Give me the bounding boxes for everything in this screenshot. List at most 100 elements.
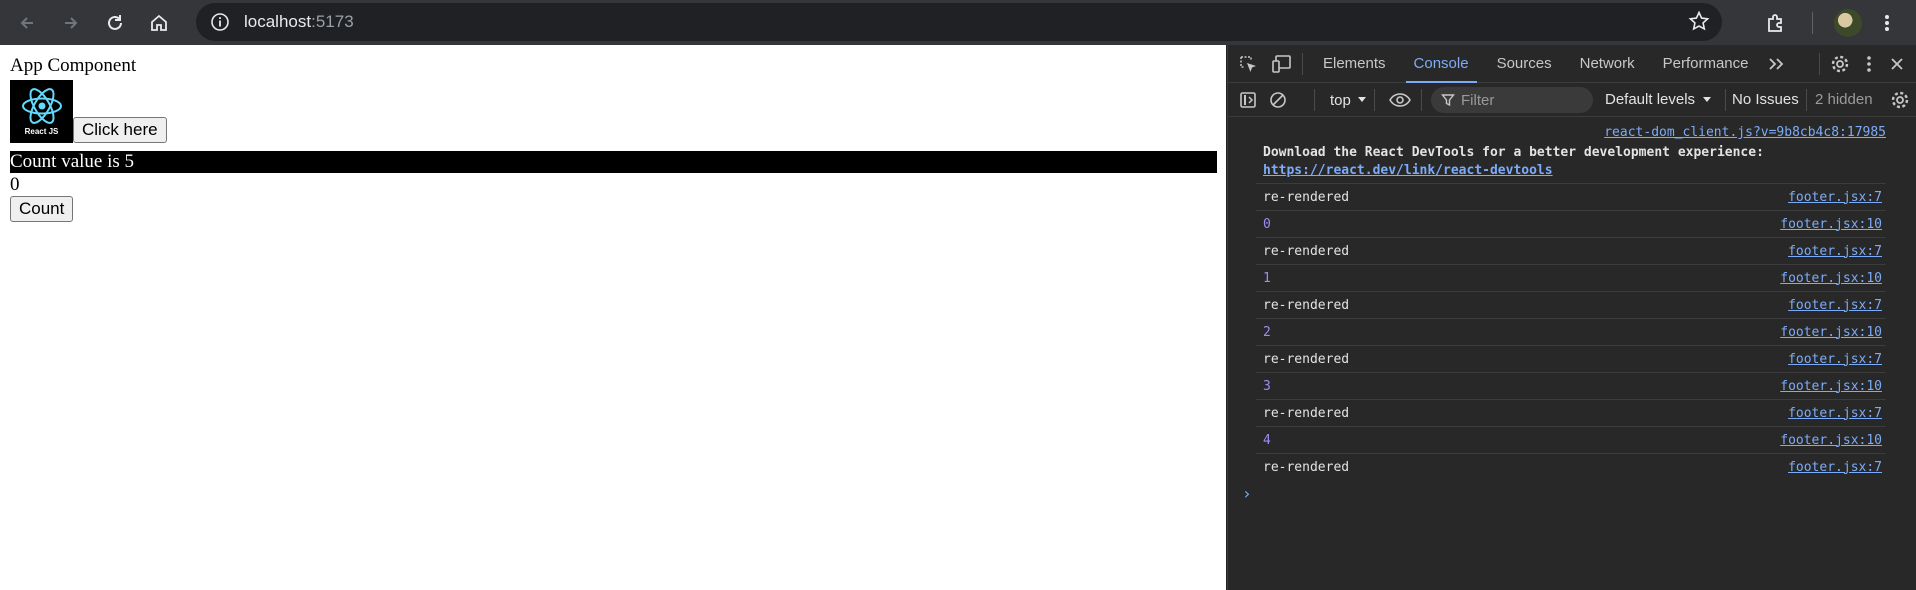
filter-placeholder: Filter — [1461, 91, 1495, 109]
logo-caption: React JS — [24, 127, 59, 136]
console-message-row: re-rendered footer.jsx:7 — [1256, 291, 1886, 318]
console-message-text: re-rendered — [1263, 405, 1350, 421]
live-expression-eye-icon[interactable] — [1386, 86, 1414, 114]
react-atom-icon — [21, 88, 62, 124]
console-source-link[interactable]: footer.jsx:7 — [1788, 460, 1882, 475]
toolbar-divider — [1374, 89, 1375, 111]
source-link-react-dom[interactable]: react-dom_client.js?v=9b8cb4c8:17985 — [1604, 125, 1886, 140]
log-levels-label: Default levels — [1605, 91, 1696, 108]
settings-gear-icon[interactable] — [1826, 50, 1854, 78]
close-icon[interactable] — [1883, 50, 1911, 78]
console-prompt-chevron-icon[interactable]: › — [1242, 484, 1252, 503]
dropdown-arrow-icon — [1357, 97, 1366, 102]
tab-elements[interactable]: Elements — [1309, 45, 1400, 83]
console-message-text: 4 — [1263, 432, 1271, 448]
console-message-text: re-rendered — [1263, 459, 1350, 475]
devtools-menu-icon[interactable] — [1855, 50, 1883, 78]
console-settings-gear-icon[interactable] — [1886, 86, 1914, 114]
context-select[interactable]: top — [1330, 83, 1367, 117]
sidebar-toggle-icon[interactable] — [1234, 86, 1262, 114]
filter-input[interactable]: Filter — [1431, 87, 1593, 113]
puzzle-icon — [1768, 13, 1782, 32]
toolbar-divider — [1806, 89, 1807, 111]
hidden-messages-count: 2 hidden — [1815, 91, 1873, 108]
forward-button[interactable] — [51, 6, 91, 40]
extensions-button[interactable] — [1765, 0, 1787, 45]
console-message-row: re-rendered footer.jsx:7 — [1256, 345, 1886, 372]
toolbar-divider — [1421, 89, 1422, 111]
home-button[interactable] — [139, 6, 179, 40]
console-source-link[interactable]: footer.jsx:7 — [1788, 244, 1882, 259]
click-here-button[interactable]: Click here — [73, 117, 167, 143]
chrome-menu-button[interactable] — [1884, 0, 1890, 45]
logo-row: React JS Click here — [10, 80, 1216, 143]
console-message-row: re-rendered footer.jsx:7 — [1256, 237, 1886, 264]
tab-network[interactable]: Network — [1566, 45, 1649, 83]
console-message-text: 1 — [1263, 270, 1271, 286]
tab-console[interactable]: Console — [1400, 45, 1483, 83]
console-message-text: re-rendered — [1263, 189, 1350, 205]
console-message-row: 4 footer.jsx:10 — [1256, 426, 1886, 453]
console-message-row: 1 footer.jsx:10 — [1256, 264, 1886, 291]
devtools-hint-link[interactable]: https://react.dev/link/react-devtools — [1263, 163, 1553, 178]
console-toolbar: top Filter Default levels No Issues 2 hi… — [1228, 83, 1916, 117]
console-source-link[interactable]: footer.jsx:7 — [1788, 298, 1882, 313]
back-arrow-icon — [20, 16, 33, 29]
count-value: 0 — [10, 174, 20, 195]
console-source-link[interactable]: footer.jsx:10 — [1780, 379, 1882, 394]
tab-performance[interactable]: Performance — [1649, 45, 1763, 83]
device-toolbar-icon[interactable] — [1268, 50, 1296, 78]
toolbar-divider — [1314, 89, 1315, 111]
console-source-link[interactable]: footer.jsx:7 — [1788, 190, 1882, 205]
toolbar-divider — [1725, 89, 1726, 111]
browser-toolbar: localhost:5173 — [0, 0, 1916, 45]
console-message-text: 2 — [1263, 324, 1271, 340]
url-host: localhost — [244, 12, 312, 31]
console-message-text: re-rendered — [1263, 297, 1350, 313]
count-button[interactable]: Count — [10, 196, 74, 222]
forward-arrow-icon — [65, 16, 78, 29]
log-levels-select[interactable]: Default levels — [1605, 83, 1712, 117]
console-message-text: 3 — [1263, 378, 1271, 394]
tab-divider — [1819, 52, 1820, 75]
profile-button[interactable] — [1834, 0, 1862, 45]
avatar[interactable] — [1834, 8, 1862, 37]
console-message-row: re-rendered footer.jsx:7 — [1256, 399, 1886, 426]
console-source-link[interactable]: footer.jsx:10 — [1780, 433, 1882, 448]
devtools-panel: Elements Console Sources Network Perform… — [1227, 45, 1916, 590]
chrome-divider — [1812, 0, 1813, 45]
devtools-hint-text: Download the React DevTools for a better… — [1263, 145, 1764, 160]
console-message-text: re-rendered — [1263, 351, 1350, 367]
inspect-element-icon[interactable] — [1234, 50, 1262, 78]
console-message-row: 2 footer.jsx:10 — [1256, 318, 1886, 345]
devtools-tabbar: Elements Console Sources Network Perform… — [1228, 45, 1916, 83]
console-message-row: re-rendered footer.jsx:7 — [1256, 453, 1886, 480]
console-source-link[interactable]: footer.jsx:10 — [1780, 217, 1882, 232]
reload-icon — [108, 14, 122, 30]
count-banner: Count value is 5 — [10, 151, 1217, 173]
clear-console-icon[interactable] — [1264, 86, 1292, 114]
tab-divider — [1302, 52, 1303, 75]
url-port: :5173 — [311, 12, 354, 31]
console-source-link[interactable]: footer.jsx:7 — [1788, 352, 1882, 367]
home-icon — [151, 14, 167, 31]
issues-button[interactable]: No Issues — [1732, 83, 1799, 117]
context-value: top — [1330, 91, 1351, 109]
more-tabs-icon[interactable] — [1763, 50, 1791, 78]
app-title: App Component — [10, 55, 137, 76]
bookmark-star-icon[interactable] — [1688, 10, 1710, 37]
console-message-text: 0 — [1263, 216, 1271, 232]
filter-funnel-icon — [1441, 94, 1455, 107]
console-source-link[interactable]: footer.jsx:10 — [1780, 325, 1882, 340]
console-source-link[interactable]: footer.jsx:7 — [1788, 406, 1882, 421]
url-text: localhost:5173 — [244, 12, 354, 32]
tab-sources[interactable]: Sources — [1483, 45, 1566, 83]
console-message-row: re-rendered footer.jsx:7 — [1256, 183, 1886, 210]
console-source-link[interactable]: footer.jsx:10 — [1780, 271, 1882, 286]
back-button[interactable] — [7, 6, 47, 40]
address-bar[interactable]: localhost:5173 — [196, 3, 1722, 41]
info-icon[interactable] — [208, 10, 232, 34]
page-viewport: App Component React JS Click here Count … — [0, 45, 1226, 590]
reload-button[interactable] — [95, 6, 135, 40]
dropdown-arrow-icon — [1703, 97, 1712, 102]
